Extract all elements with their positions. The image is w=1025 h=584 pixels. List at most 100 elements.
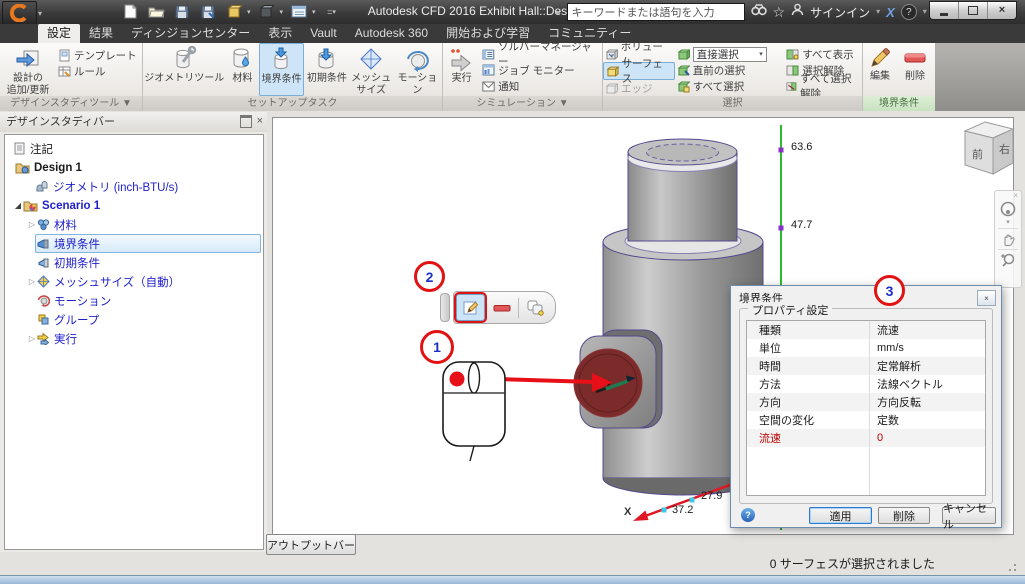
dialog-help-icon[interactable]: ? — [741, 508, 755, 522]
group-label-selection[interactable]: 選択 — [603, 96, 862, 111]
navbar-close-icon[interactable]: × — [1013, 192, 1018, 200]
signin-caret-icon[interactable]: ▾ — [876, 8, 880, 16]
qat-overflow-icon[interactable]: =▾ — [322, 2, 342, 21]
material-button[interactable]: 材料 — [226, 43, 259, 96]
run-button[interactable]: 実行 — [443, 43, 480, 96]
remove-boundary-button[interactable] — [488, 295, 515, 320]
cancel-button[interactable]: キャンセル — [942, 507, 996, 524]
save-as-icon[interactable] — [198, 2, 218, 21]
open-file-icon[interactable] — [146, 2, 166, 21]
delete-button[interactable]: 削除 — [897, 43, 933, 96]
close-button[interactable]: × — [987, 2, 1016, 19]
edit-boundary-button[interactable] — [456, 294, 485, 321]
rules-button[interactable]: ルール — [56, 63, 139, 79]
geometry-tools-button[interactable]: ジオメトリツール — [143, 43, 226, 96]
select-all-button[interactable]: すべて選択 — [675, 78, 785, 94]
collapsed-arrow-icon[interactable]: ▷ — [27, 220, 37, 229]
show-all-button[interactable]: すべて表示 — [784, 46, 862, 62]
tree-item-mesh[interactable]: ▷ メッシュサイズ（自動） — [5, 272, 263, 291]
dialog-close-button[interactable]: × — [977, 290, 996, 306]
job-monitor-button[interactable]: ジョブ モニター — [480, 62, 602, 78]
edit-button[interactable]: 編集 — [863, 43, 897, 96]
tree-item-material[interactable]: ▷ 材料 — [5, 215, 263, 234]
help-caret-icon[interactable]: ▾ — [923, 8, 927, 16]
minimize-button[interactable] — [930, 2, 958, 19]
propagate-selection-button[interactable] — [522, 295, 549, 320]
mesh-size-button[interactable]: メッシュ サイズ — [350, 43, 393, 96]
visibility-caret-icon[interactable]: ▾ — [247, 8, 251, 16]
user-icon[interactable] — [791, 3, 804, 21]
tab-results[interactable]: 結果 — [80, 24, 122, 43]
viewcube-right-face[interactable]: 右 — [999, 141, 1010, 157]
add-update-design-button[interactable]: 設計の 追加/更新 — [0, 43, 56, 96]
tree-item-geometry[interactable]: ジオメトリ (inch-BTU/s) — [5, 177, 263, 196]
motion-button[interactable]: モーション — [393, 43, 442, 96]
pan-hand-icon[interactable] — [1000, 231, 1016, 247]
solver-manager-button[interactable]: ソルバーマネージャー — [480, 46, 602, 62]
appearance-caret-icon[interactable]: ▾ — [280, 8, 284, 16]
binoculars-icon[interactable] — [751, 3, 767, 21]
deselect-all-button[interactable]: すべて選択解除 — [784, 78, 862, 94]
help-icon[interactable]: ? — [901, 4, 917, 20]
tab-view[interactable]: 表示 — [259, 24, 301, 43]
viewcube-front-face[interactable]: 前 — [972, 146, 983, 162]
tab-autodesk360[interactable]: Autodesk 360 — [346, 24, 437, 43]
panel-float-icon[interactable] — [240, 115, 252, 128]
group-label-simulation[interactable]: シミュレーション ▼ — [443, 96, 602, 111]
zoom-icon[interactable] — [1000, 252, 1016, 268]
save-icon[interactable] — [172, 2, 192, 21]
view-cube[interactable] — [955, 118, 1023, 188]
tab-vault[interactable]: Vault — [301, 24, 345, 43]
app-menu-caret-icon[interactable]: ▾ — [38, 9, 42, 18]
signin-button[interactable]: サインイン — [810, 4, 870, 21]
output-bar-button[interactable]: アウトプットバー — [266, 534, 356, 555]
tab-decision-center[interactable]: ディシジョンセンター — [122, 24, 259, 43]
orbit-caret-icon[interactable]: ▾ — [1006, 218, 1010, 226]
application-menu-button[interactable] — [2, 1, 37, 25]
tab-setup[interactable]: 設定 — [38, 24, 80, 43]
panel-close-icon[interactable]: × — [257, 116, 263, 127]
tree-item-motion[interactable]: モーション — [5, 291, 263, 310]
favorites-star-icon[interactable]: ☆ — [773, 5, 786, 19]
toolbar-drag-handle[interactable] — [440, 293, 450, 322]
template-button[interactable]: テンプレート — [56, 47, 139, 63]
initial-conditions-button[interactable]: 初期条件 — [304, 43, 349, 96]
tree-item-design1[interactable]: Design 1 — [5, 158, 263, 177]
resize-grip[interactable] — [1006, 561, 1018, 573]
previous-selection-button[interactable]: 直前の選択 — [675, 62, 785, 78]
tree-item-group[interactable]: グループ — [5, 310, 263, 329]
tree-item-run[interactable]: ▷ 実行 — [5, 329, 263, 348]
tree-item-initial[interactable]: 初期条件 — [5, 253, 263, 272]
window-layout-icon[interactable] — [289, 2, 309, 21]
direct-select-dropdown[interactable]: 直接選択▾ — [675, 46, 785, 62]
expanded-arrow-icon[interactable]: ◢ — [13, 201, 23, 210]
appearance-cube-icon[interactable] — [257, 2, 277, 21]
window-layout-caret-icon[interactable]: ▾ — [312, 8, 316, 16]
ribbon: 設計の 追加/更新 テンプレート ルール デザインスタディツール ▼ — [0, 43, 935, 111]
new-file-icon[interactable] — [120, 2, 140, 21]
dialog-delete-button[interactable]: 削除 — [878, 507, 930, 524]
collapsed-arrow-icon[interactable]: ▷ — [27, 277, 37, 286]
boundary-conditions-button[interactable]: 境界条件 — [259, 43, 304, 96]
flange[interactable] — [574, 330, 662, 428]
tree-item-notes[interactable]: 注記 — [5, 139, 263, 158]
group-label-setup[interactable]: セットアップタスク — [143, 96, 442, 111]
search-input[interactable] — [567, 3, 745, 21]
table-row-velocity[interactable]: 流速0 — [747, 429, 985, 447]
search-expand-icon[interactable]: ▸ — [556, 8, 561, 17]
tree-item-scenario1[interactable]: ◢ Scenario 1 — [5, 196, 263, 215]
orbit-icon[interactable] — [999, 200, 1017, 218]
exchange-icon[interactable]: X — [886, 6, 895, 19]
status-message: 0 サーフェスが選択されました — [600, 555, 935, 572]
apply-button[interactable]: 適用 — [809, 507, 872, 524]
group-label-design-tools[interactable]: デザインスタディツール ▼ — [0, 96, 142, 111]
property-table[interactable]: 種類流速 単位mm/s 時間定常解析 方法法線ベクトル 方向方向反転 空間の変化… — [746, 320, 986, 496]
group-label-boundary-context[interactable]: 境界条件 — [863, 96, 935, 111]
surface-button[interactable]: サーフェス — [603, 62, 675, 80]
visibility-cube-icon[interactable] — [224, 2, 244, 21]
restore-button[interactable] — [958, 2, 987, 19]
tree-item-boundary[interactable]: 境界条件 — [5, 234, 263, 253]
app-logo-icon — [10, 4, 30, 22]
collapsed-arrow-icon[interactable]: ▷ — [27, 334, 37, 343]
notification-button[interactable]: 通知 — [480, 78, 602, 94]
